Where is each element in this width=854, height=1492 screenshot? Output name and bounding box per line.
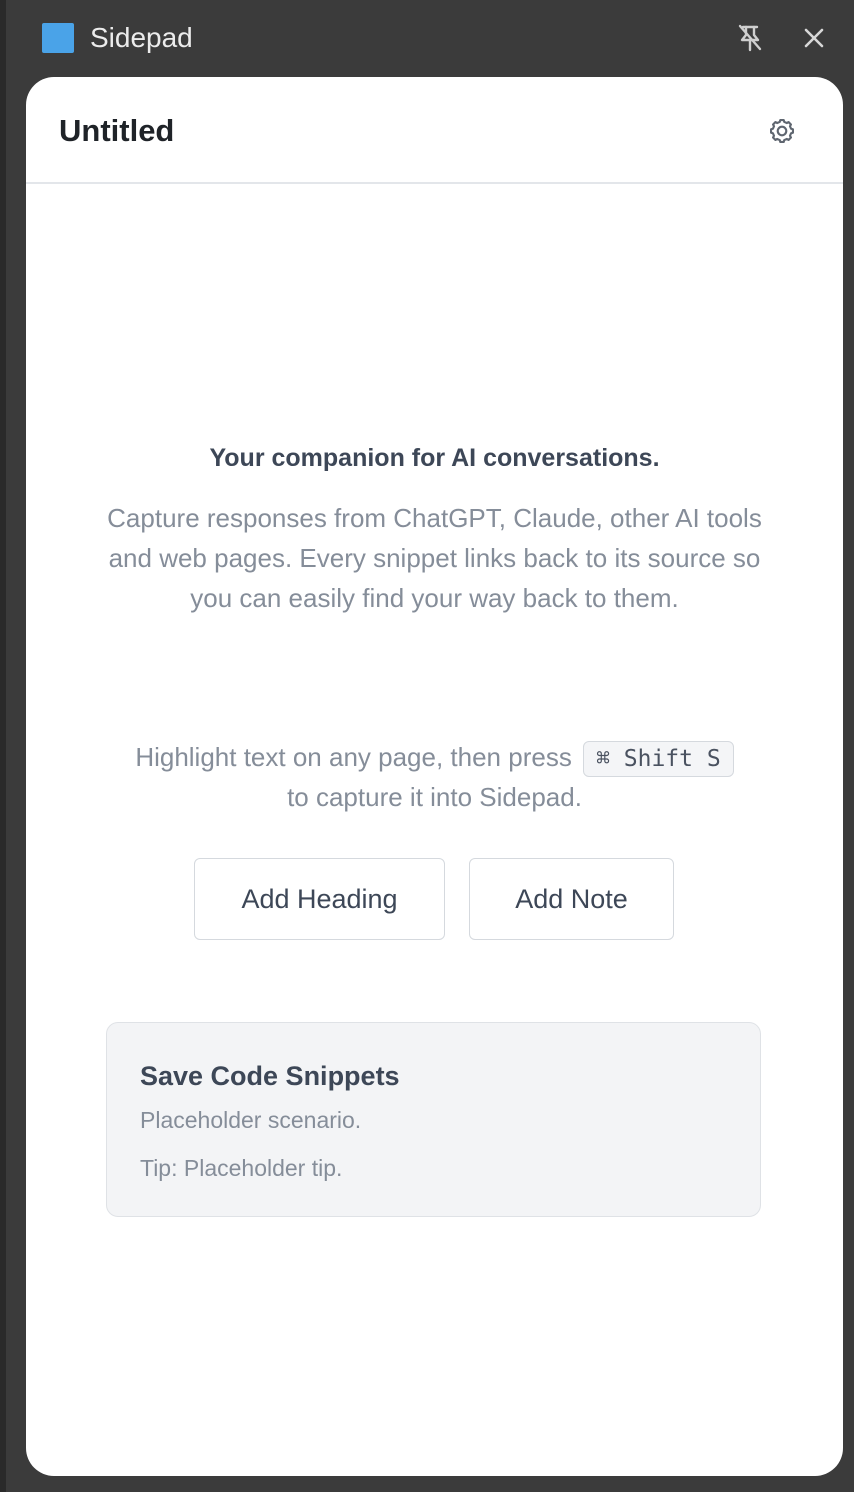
add-heading-button[interactable]: Add Heading [194,858,445,940]
sidepad-panel: Untitled Your companion for AI conversat… [26,77,843,1476]
add-note-button[interactable]: Add Note [469,858,674,940]
card-title: Save Code Snippets [140,1061,400,1091]
app-title: Sidepad [90,22,193,53]
shortcut-hint: Highlight text on any page, then press ⌘… [86,737,783,817]
settings-button[interactable] [764,113,800,149]
close-icon [804,28,824,48]
empty-state-tagline: Your companion for AI conversations. [209,444,660,472]
gear-icon [770,119,794,143]
pin-off-icon [738,24,762,52]
window-edge [0,0,6,1492]
unpin-button[interactable] [734,22,766,54]
sidepad-window: Sidepad Untitled Your companion for AI c… [0,0,854,1492]
hint-text-after: to capture it into Sidepad. [287,782,582,813]
title-bar: Sidepad [0,0,854,76]
hint-text-before: Highlight text on any page, then press [135,742,572,772]
keyboard-shortcut: ⌘ Shift S [583,741,734,778]
empty-state-description: Capture responses from ChatGPT, Claude, … [107,503,762,613]
panel-header: Untitled [26,77,843,184]
card-tip-text: Tip: Placeholder tip. [140,1155,343,1181]
close-button[interactable] [798,22,830,54]
document-title[interactable]: Untitled [59,111,174,151]
sidepad-square-icon [42,23,74,53]
scenario-card[interactable]: Save Code Snippets Placeholder scenario.… [106,1022,761,1217]
card-scenario-text: Placeholder scenario. [140,1107,362,1133]
